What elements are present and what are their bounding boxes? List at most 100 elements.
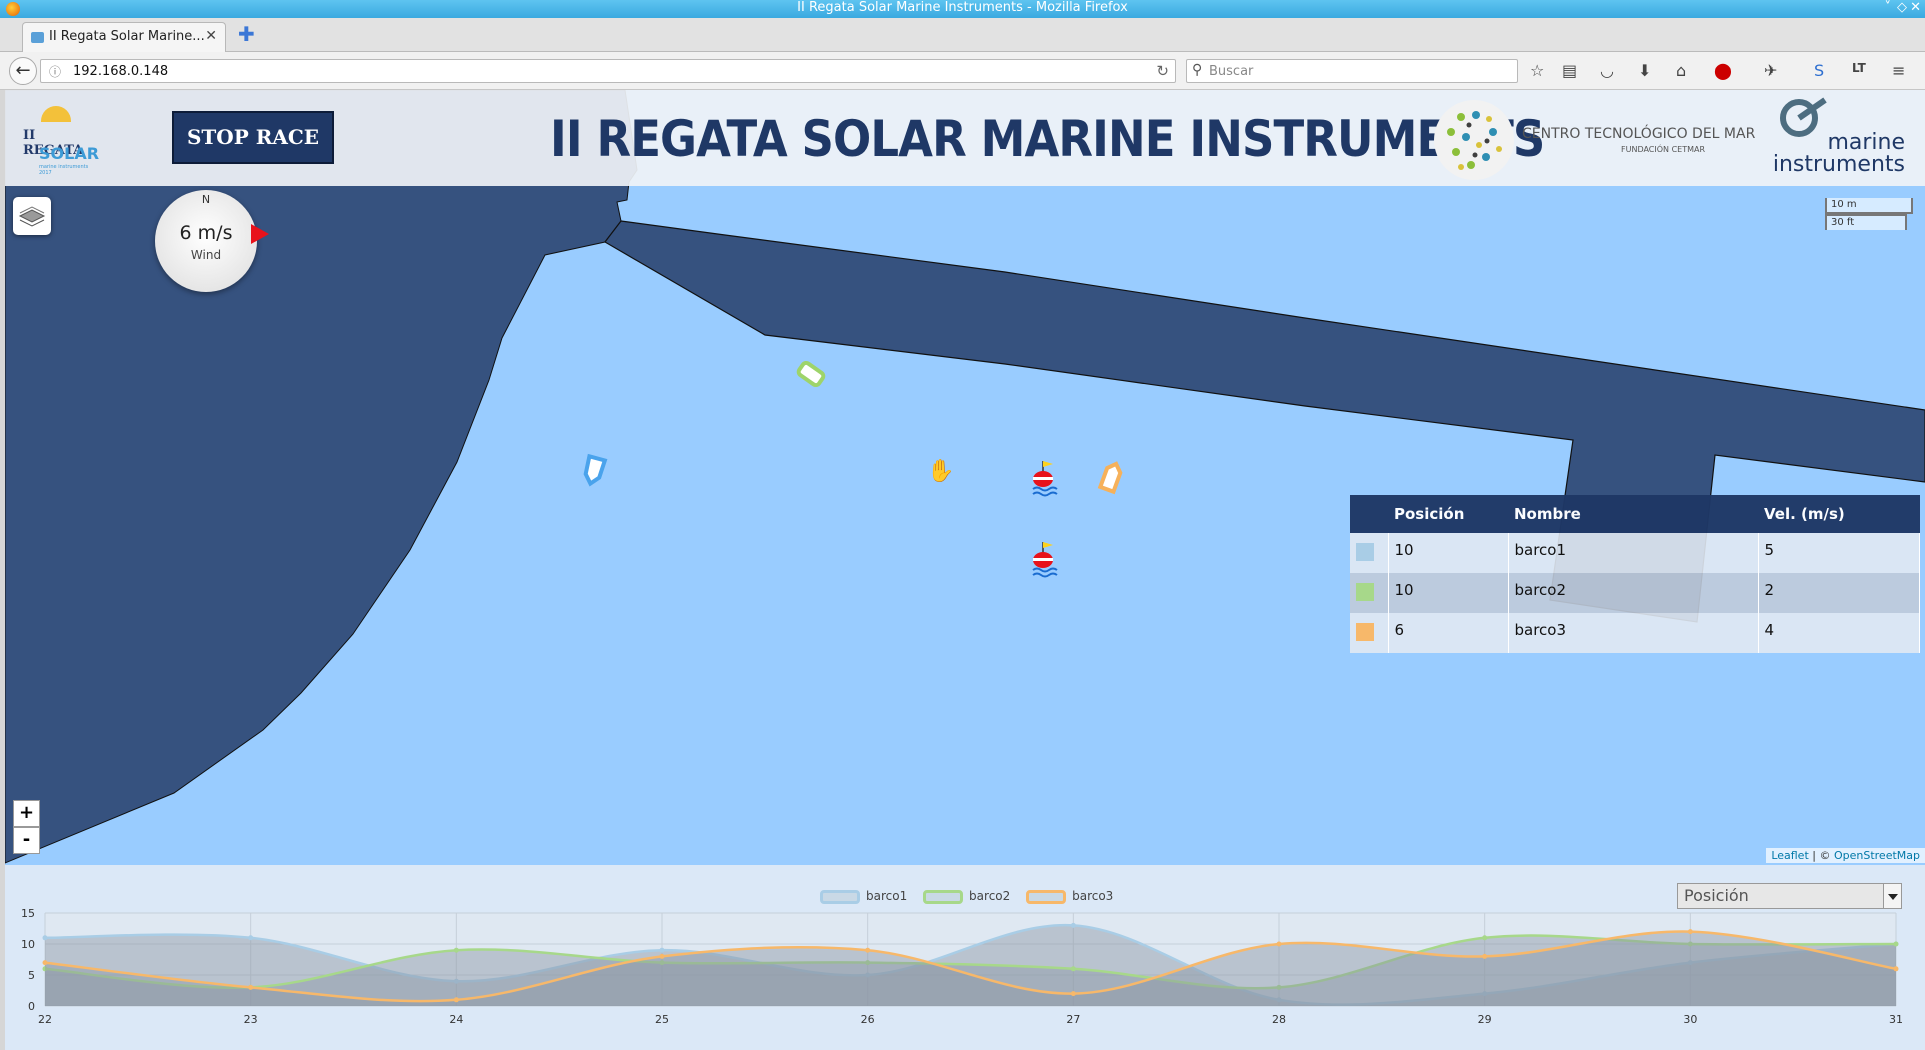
color-cell <box>1350 573 1389 613</box>
data-point-barco1 <box>1070 922 1076 928</box>
boat-color-swatch <box>1356 623 1374 641</box>
search-input[interactable]: ⚲ Buscar <box>1186 59 1518 83</box>
home-icon[interactable]: ⌂ <box>1676 61 1686 80</box>
legend-swatch <box>820 889 860 904</box>
minimize-icon[interactable]: ˅ <box>1885 0 1892 16</box>
table-row: 10 barco2 2 <box>1350 573 1920 613</box>
site-info-icon[interactable]: ⓘ <box>49 63 61 80</box>
name-cell: barco2 <box>1508 573 1759 613</box>
map-attribution: Leaflet | © OpenStreetMap <box>1766 848 1925 863</box>
tab-bar: II Regata Solar Marine... ✕ ✚ <box>0 18 1925 52</box>
extension-icon[interactable]: ✈ <box>1764 61 1777 80</box>
partner-name: CENTRO TECNOLÓGICO DEL MAR <box>1522 126 1756 142</box>
cetmar-logo-icon <box>1434 100 1514 180</box>
page-header: II REGATA SOLAR marine instruments 2017 … <box>5 90 1925 186</box>
data-point-barco3 <box>1276 941 1282 947</box>
skype-icon[interactable]: S <box>1814 61 1824 80</box>
adblock-icon[interactable]: ⬤ <box>1714 61 1732 80</box>
x-tick-label: 29 <box>1478 1013 1492 1026</box>
attribution-separator: | © <box>1808 849 1834 862</box>
reading-list-icon[interactable]: ▤ <box>1562 61 1577 80</box>
logo-text-2: SOLAR <box>39 144 100 163</box>
x-tick-label: 26 <box>861 1013 875 1026</box>
close-tab-icon[interactable]: ✕ <box>205 28 217 44</box>
data-point-barco3 <box>248 984 254 990</box>
boat-color-swatch <box>1356 583 1374 601</box>
speed-cell: 2 <box>1758 573 1920 613</box>
zoom-in-button[interactable]: + <box>13 800 40 827</box>
speed-column-header: Vel. (m/s) <box>1758 495 1920 533</box>
url-bar[interactable]: ⓘ 192.168.0.148 ↻ <box>40 59 1176 83</box>
legend-item[interactable]: barco3 <box>1026 889 1113 904</box>
page-title: II REGATA SOLAR MARINE INSTRUMENTS <box>550 110 1545 168</box>
wind-north-label: N <box>201 193 211 206</box>
download-icon[interactable]: ⬇ <box>1638 61 1651 80</box>
legend-swatch <box>923 889 964 904</box>
position-cell: 10 <box>1388 573 1509 613</box>
x-tick-label: 31 <box>1889 1013 1903 1026</box>
table-row: 6 barco3 4 <box>1350 613 1920 653</box>
sun-icon <box>41 106 71 122</box>
wind-indicator: N 6 m/s Wind <box>155 190 269 292</box>
data-point-barco3 <box>453 997 459 1003</box>
back-button[interactable]: ← <box>9 57 37 85</box>
close-window-icon[interactable]: ✕ <box>1910 0 1921 16</box>
wind-label: Wind <box>190 248 222 262</box>
layers-button[interactable] <box>13 197 51 235</box>
window-title: II Regata Solar Marine Instruments - Moz… <box>797 0 1128 15</box>
data-point-barco1 <box>659 947 665 953</box>
table-header-row: Posición Nombre Vel. (m/s) <box>1350 495 1920 533</box>
menu-icon[interactable]: ≡ <box>1892 61 1905 80</box>
data-point-barco3 <box>659 953 665 959</box>
data-point-barco2 <box>1070 966 1076 972</box>
color-column-header <box>1350 495 1388 533</box>
languagetool-icon[interactable]: LT <box>1852 61 1866 75</box>
data-point-barco2 <box>1893 941 1899 947</box>
web-page: ✋ II REGATA SOLAR marine instruments 201… <box>5 90 1925 1050</box>
chart-legend: barco1 barco2 barco3 <box>820 889 1125 904</box>
reload-icon[interactable]: ↻ <box>1156 62 1169 80</box>
maximize-icon[interactable]: ◇ <box>1897 0 1907 16</box>
y-tick-label: 10 <box>21 938 35 951</box>
x-tick-label: 25 <box>655 1013 669 1026</box>
wind-direction-arrow-icon <box>251 224 269 244</box>
new-tab-icon[interactable]: ✚ <box>238 24 255 44</box>
data-point-barco1 <box>248 935 254 941</box>
y-tick-label: 0 <box>28 1000 35 1013</box>
osm-link[interactable]: OpenStreetMap <box>1834 849 1920 862</box>
zoom-out-button[interactable]: - <box>13 827 40 854</box>
boat-color-swatch <box>1356 543 1374 561</box>
stop-race-button[interactable]: STOP RACE <box>172 111 334 164</box>
legend-item[interactable]: barco2 <box>923 889 1010 904</box>
map-canvas[interactable]: ✋ <box>5 90 1925 865</box>
wind-speed: 6 m/s <box>179 222 233 244</box>
tab-title: II Regata Solar Marine... <box>49 29 205 44</box>
pocket-icon[interactable]: ◡ <box>1600 61 1614 80</box>
data-point-barco3 <box>1687 929 1693 935</box>
legend-swatch <box>1026 889 1067 904</box>
position-cell: 6 <box>1388 613 1509 653</box>
color-cell <box>1350 533 1389 573</box>
data-point-barco3 <box>1070 991 1076 997</box>
partner-logo-text: marine instruments <box>1765 132 1905 176</box>
chevron-down-icon[interactable] <box>1883 884 1901 908</box>
logo-text-3: marine instruments 2017 <box>39 164 89 176</box>
position-column-header: Posición <box>1388 495 1508 533</box>
x-tick-label: 23 <box>244 1013 258 1026</box>
speed-cell: 4 <box>1758 613 1920 653</box>
data-point-barco1 <box>42 935 48 941</box>
x-tick-label: 24 <box>449 1013 463 1026</box>
bookmark-star-icon[interactable]: ☆ <box>1530 61 1544 80</box>
y-tick-label: 5 <box>28 969 35 982</box>
position-cell: 10 <box>1388 533 1509 573</box>
tab-favicon-icon <box>31 32 44 43</box>
speed-cell: 5 <box>1758 533 1920 573</box>
name-cell: barco3 <box>1508 613 1759 653</box>
legend-item[interactable]: barco1 <box>820 889 907 904</box>
metric-select[interactable]: Posición <box>1677 883 1902 909</box>
ranking-table: Posición Nombre Vel. (m/s) 10 barco1 5 1… <box>1350 495 1920 653</box>
layers-icon <box>18 206 46 227</box>
x-tick-label: 27 <box>1066 1013 1080 1026</box>
leaflet-link[interactable]: Leaflet <box>1771 849 1808 862</box>
browser-tab[interactable]: II Regata Solar Marine... ✕ <box>22 22 226 52</box>
